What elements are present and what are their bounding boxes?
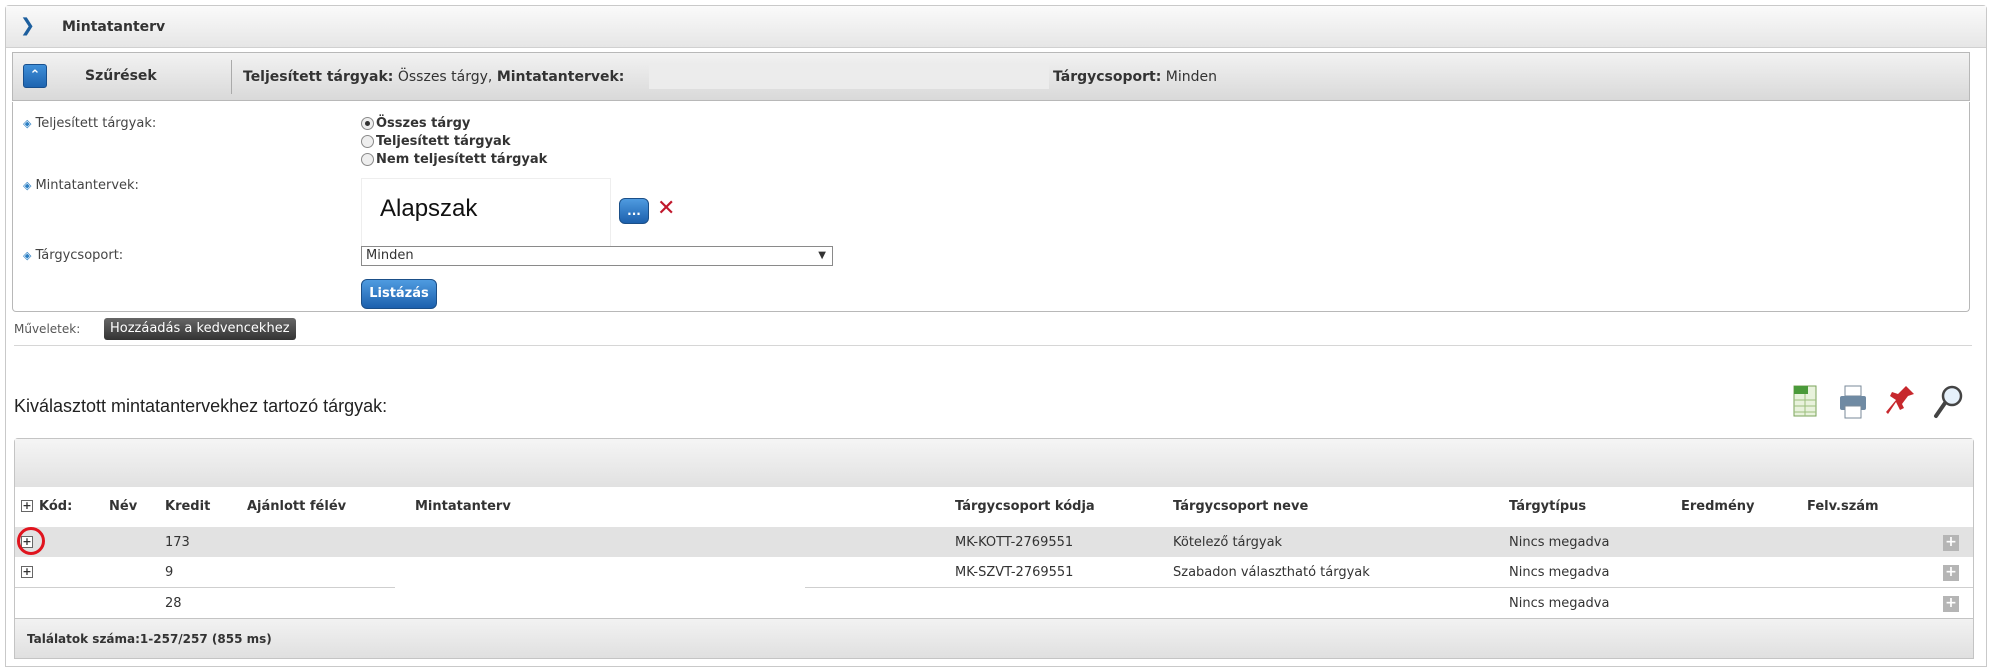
divider [231, 60, 232, 94]
radio-button[interactable] [361, 152, 374, 166]
col-credit[interactable]: Kredit [165, 499, 210, 514]
cell-subject-type: Nincs megadva [1509, 565, 1610, 580]
search-icon[interactable] [1932, 380, 1966, 424]
radio-not-completed[interactable]: Nem teljesített tárgyak [361, 150, 547, 168]
cell-group-name: Szabadon választható tárgyak [1173, 565, 1370, 580]
radio-button[interactable] [361, 116, 374, 130]
print-icon[interactable] [1836, 380, 1870, 424]
col-subject-type[interactable]: Tárgytípus [1509, 499, 1586, 514]
cell-credit: 173 [165, 535, 190, 550]
col-name[interactable]: Név [109, 499, 137, 514]
cell-group-code: MK-KOTT-2769551 [955, 535, 1074, 550]
page-title: Mintatanterv [62, 19, 166, 35]
divider [14, 345, 1972, 346]
results-title: Kiválasztott mintatantervekhez tartozó t… [14, 396, 388, 416]
add-to-favorites-button[interactable]: Hozzáadás a kedvencekhez [104, 318, 296, 340]
xls-export-icon[interactable] [1788, 380, 1822, 424]
list-button[interactable]: Listázás [361, 279, 437, 309]
cell-group-name: Kötelező tárgyak [1173, 535, 1283, 550]
result-count: Találatok száma:1-257/257 (855 ms) [27, 632, 272, 646]
radio-button[interactable] [361, 134, 374, 148]
pin-icon[interactable] [1884, 380, 1918, 424]
chevron-right-icon[interactable]: ❯ [20, 16, 36, 36]
expand-all-icon[interactable]: + [21, 500, 33, 512]
cell-group-code: MK-SZVT-2769551 [955, 565, 1074, 580]
filters-label: Szűrések [85, 68, 157, 84]
col-enrollment-count[interactable]: Felv.szám [1807, 499, 1879, 514]
curriculum-value-box: Alapszak [361, 178, 611, 250]
table-row[interactable]: + 9 MK-SZVT-2769551 Szabadon választható… [15, 557, 1973, 587]
add-row-button[interactable]: + [1943, 535, 1959, 551]
table-row[interactable]: 28 Nincs megadva + [15, 588, 1973, 618]
col-curriculum[interactable]: Mintatanterv [415, 499, 511, 514]
group-label: ◈ Tárgycsoport: [23, 248, 124, 263]
col-group-name[interactable]: Tárgycsoport neve [1173, 499, 1308, 514]
col-recommended-semester[interactable]: Ajánlott félév [247, 499, 346, 514]
cell-credit: 9 [165, 565, 174, 580]
panel-header: ❯ Mintatanterv [6, 6, 1986, 48]
diamond-icon: ◈ [23, 179, 32, 192]
operations-label: Műveletek: [14, 322, 81, 336]
diamond-icon: ◈ [23, 249, 32, 262]
highlight-circle [17, 527, 45, 555]
radio-all[interactable]: Összes tárgy [361, 114, 547, 132]
filter-summary-bar[interactable]: ⌃ Szűrések Teljesített tárgyak: Összes t… [12, 52, 1970, 101]
col-code[interactable]: Kód: [39, 499, 72, 514]
group-select[interactable]: Minden ▼ [361, 246, 833, 266]
completed-radio-group: Összes tárgy Teljesített tárgyak Nem tel… [361, 114, 547, 168]
filter-summary: Teljesített tárgyak: Összes tárgy, Minta… [243, 69, 625, 85]
curriculum-summary-redacted [649, 65, 1049, 89]
group-summary: Tárgycsoport: Minden [1053, 69, 1218, 85]
clear-curriculum-icon[interactable]: ✕ [657, 196, 675, 221]
cell-subject-type: Nincs megadva [1509, 596, 1610, 611]
add-row-button[interactable]: + [1943, 596, 1959, 612]
curriculum-label: ◈ Mintatantervek: [23, 178, 139, 193]
filter-form: ◈ Teljesített tárgyak: Összes tárgy Telje… [12, 102, 1970, 312]
diamond-icon: ◈ [23, 117, 32, 130]
col-group-code[interactable]: Tárgycsoport kódja [955, 499, 1095, 514]
table-footer: Találatok száma:1-257/257 (855 ms) [15, 618, 1973, 658]
radio-completed[interactable]: Teljesített tárgyak [361, 132, 547, 150]
expand-row-icon[interactable]: + [21, 566, 33, 578]
cell-credit: 28 [165, 596, 182, 611]
table-toolbar-band [15, 439, 1973, 487]
subjects-table: + Kód: Név Kredit Ajánlott félév Mintata… [14, 438, 1974, 659]
cell-subject-type: Nincs megadva [1509, 535, 1610, 550]
completed-label: ◈ Teljesített tárgyak: [23, 116, 157, 131]
browse-curriculum-button[interactable]: ... [619, 198, 649, 224]
collapse-filters-icon[interactable]: ⌃ [23, 64, 47, 88]
dropdown-arrow-icon: ▼ [818, 250, 826, 261]
table-row[interactable]: + 173 MK-KOTT-2769551 Kötelező tárgyak N… [15, 527, 1973, 557]
add-row-button[interactable]: + [1943, 565, 1959, 581]
col-result[interactable]: Eredmény [1681, 499, 1755, 514]
